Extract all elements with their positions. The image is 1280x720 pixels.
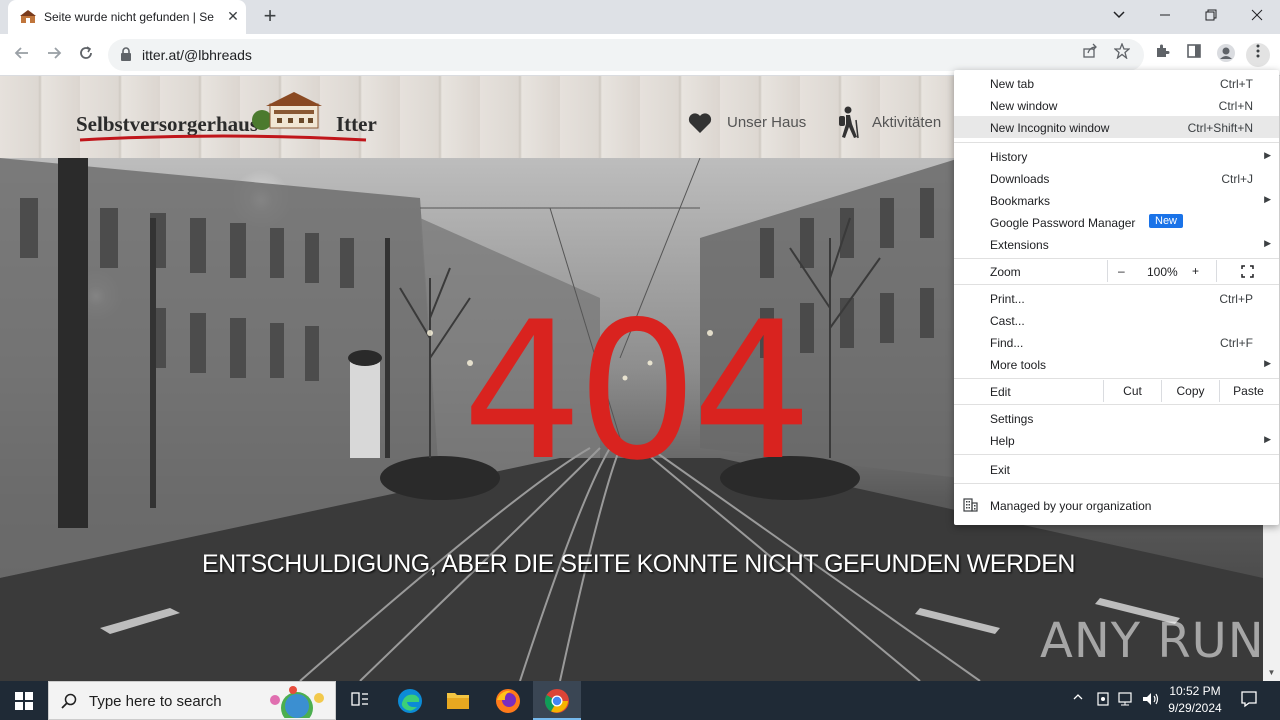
nav-hiker-icon[interactable]: [834, 106, 860, 145]
logo-text-right: Itter: [336, 112, 377, 136]
restore-icon[interactable]: [1196, 4, 1226, 28]
menu-item-password-manager[interactable]: Google Password Manager New: [954, 211, 1279, 233]
menu-item-more-tools[interactable]: More tools ▶: [954, 353, 1279, 375]
windows-taskbar: Type here to search 10:52 PM 9/29/2024: [0, 681, 1280, 720]
tab-strip: Seite wurde nicht gefunden | Sel ✕ +: [0, 0, 1280, 34]
menu-item-bookmarks[interactable]: Bookmarks ▶: [954, 189, 1279, 211]
zoom-controls: – 100% +: [1107, 260, 1217, 282]
search-icon: [61, 693, 77, 709]
reload-icon[interactable]: [74, 43, 98, 67]
anyrun-watermark: ANY RUN: [1040, 613, 1265, 669]
menu-item-managed-by-org[interactable]: Managed by your organization: [954, 494, 1279, 516]
house-logo-icon: [252, 92, 322, 130]
search-placeholder: Type here to search: [89, 693, 222, 710]
logo-text-left: Selbstversorgerhaus: [76, 112, 258, 136]
back-icon[interactable]: [10, 43, 34, 67]
building-icon: [963, 498, 978, 512]
menu-item-new-tab[interactable]: New tab Ctrl+T: [954, 72, 1279, 94]
zoom-level: 100%: [1147, 265, 1178, 279]
menu-item-settings[interactable]: Settings: [954, 407, 1279, 429]
edit-copy-button[interactable]: Copy: [1161, 380, 1219, 402]
zoom-in-button[interactable]: +: [1192, 264, 1199, 278]
url-text[interactable]: itter.at/@lbhreads: [142, 47, 252, 63]
menu-separator: [954, 378, 1279, 379]
taskbar-clock[interactable]: 10:52 PM 9/29/2024: [1160, 683, 1230, 717]
side-panel-icon[interactable]: [1182, 43, 1206, 67]
tab-search-icon[interactable]: [1104, 4, 1134, 28]
close-tab-icon[interactable]: ✕: [224, 7, 242, 25]
new-badge: New: [1149, 214, 1184, 228]
clock-date: 9/29/2024: [1168, 701, 1222, 715]
tray-chevron-icon[interactable]: [1072, 691, 1084, 706]
menu-item-new-incognito-window[interactable]: New Incognito window Ctrl+Shift+N: [954, 116, 1279, 138]
submenu-arrow-icon: ▶: [1264, 358, 1271, 368]
menu-item-exit[interactable]: Exit: [954, 458, 1279, 480]
menu-item-extensions[interactable]: Extensions ▶: [954, 233, 1279, 255]
tray-device-icon[interactable]: [1096, 691, 1110, 710]
menu-item-new-window[interactable]: New window Ctrl+N: [954, 94, 1279, 116]
minimize-icon[interactable]: [1150, 4, 1180, 28]
browser-tab[interactable]: Seite wurde nicht gefunden | Sel ✕: [8, 0, 246, 34]
scroll-down-arrow-icon[interactable]: ▼: [1263, 665, 1280, 681]
submenu-arrow-icon: ▶: [1264, 150, 1271, 160]
menu-separator: [954, 483, 1279, 484]
taskbar-search-box[interactable]: Type here to search: [48, 681, 336, 720]
new-tab-button[interactable]: +: [258, 4, 282, 28]
zoom-out-button[interactable]: –: [1118, 264, 1125, 278]
edit-cut-button[interactable]: Cut: [1103, 380, 1161, 402]
edge-icon[interactable]: [386, 681, 434, 720]
menu-item-history[interactable]: History ▶: [954, 145, 1279, 167]
edit-paste-button[interactable]: Paste: [1219, 380, 1277, 402]
extensions-icon[interactable]: [1150, 43, 1174, 67]
error-code-404: 404: [462, 281, 813, 502]
file-explorer-icon[interactable]: [434, 681, 482, 720]
chrome-taskbar-icon[interactable]: [533, 681, 581, 720]
menu-separator: [954, 284, 1279, 285]
clock-time: 10:52 PM: [1169, 684, 1221, 698]
logo-swoosh-icon: [79, 134, 367, 142]
menu-separator: [954, 142, 1279, 143]
site-favicon-icon: [20, 10, 36, 23]
submenu-arrow-icon: ▶: [1264, 194, 1271, 204]
profile-avatar-icon[interactable]: [1214, 43, 1238, 67]
nav-aktivitaeten[interactable]: Aktivitäten: [872, 114, 941, 131]
menu-item-cast[interactable]: Cast...: [954, 309, 1279, 331]
chrome-main-menu: New tab Ctrl+T New window Ctrl+N New Inc…: [954, 70, 1279, 525]
address-bar[interactable]: itter.at/@lbhreads: [108, 39, 1144, 71]
submenu-arrow-icon: ▶: [1264, 238, 1271, 248]
forward-icon[interactable]: [42, 43, 66, 67]
search-highlight-icon: [270, 686, 324, 718]
task-view-icon[interactable]: [336, 681, 384, 720]
tab-title: Seite wurde nicht gefunden | Sel: [44, 10, 214, 24]
menu-row-edit: Edit Cut Copy Paste: [954, 380, 1279, 402]
menu-separator: [954, 454, 1279, 455]
error-message: ENTSCHULDIGUNG, ABER DIE SEITE KONNTE NI…: [202, 550, 1075, 578]
submenu-arrow-icon: ▶: [1264, 434, 1271, 444]
fullscreen-icon: [1241, 265, 1254, 278]
start-button[interactable]: [0, 681, 48, 720]
share-icon[interactable]: [1078, 43, 1102, 67]
close-window-icon[interactable]: [1242, 4, 1272, 28]
chrome-menu-icon[interactable]: [1246, 43, 1270, 67]
menu-separator: [954, 404, 1279, 405]
bookmark-star-icon[interactable]: [1110, 42, 1134, 67]
menu-item-downloads[interactable]: Downloads Ctrl+J: [954, 167, 1279, 189]
menu-separator: [954, 258, 1279, 259]
volume-icon[interactable]: [1142, 691, 1160, 710]
menu-item-help[interactable]: Help ▶: [954, 429, 1279, 451]
firefox-icon[interactable]: [484, 681, 532, 720]
fullscreen-button[interactable]: [1216, 260, 1279, 282]
menu-row-zoom: Zoom – 100% +: [954, 260, 1279, 282]
menu-item-print[interactable]: Print... Ctrl+P: [954, 287, 1279, 309]
nav-heart-icon[interactable]: [688, 112, 712, 139]
network-icon[interactable]: [1118, 691, 1136, 710]
menu-item-find[interactable]: Find... Ctrl+F: [954, 331, 1279, 353]
windows-logo-icon: [15, 692, 33, 710]
notifications-icon[interactable]: [1240, 690, 1258, 711]
nav-unser-haus[interactable]: Unser Haus: [727, 114, 806, 131]
lock-icon[interactable]: [120, 47, 132, 61]
